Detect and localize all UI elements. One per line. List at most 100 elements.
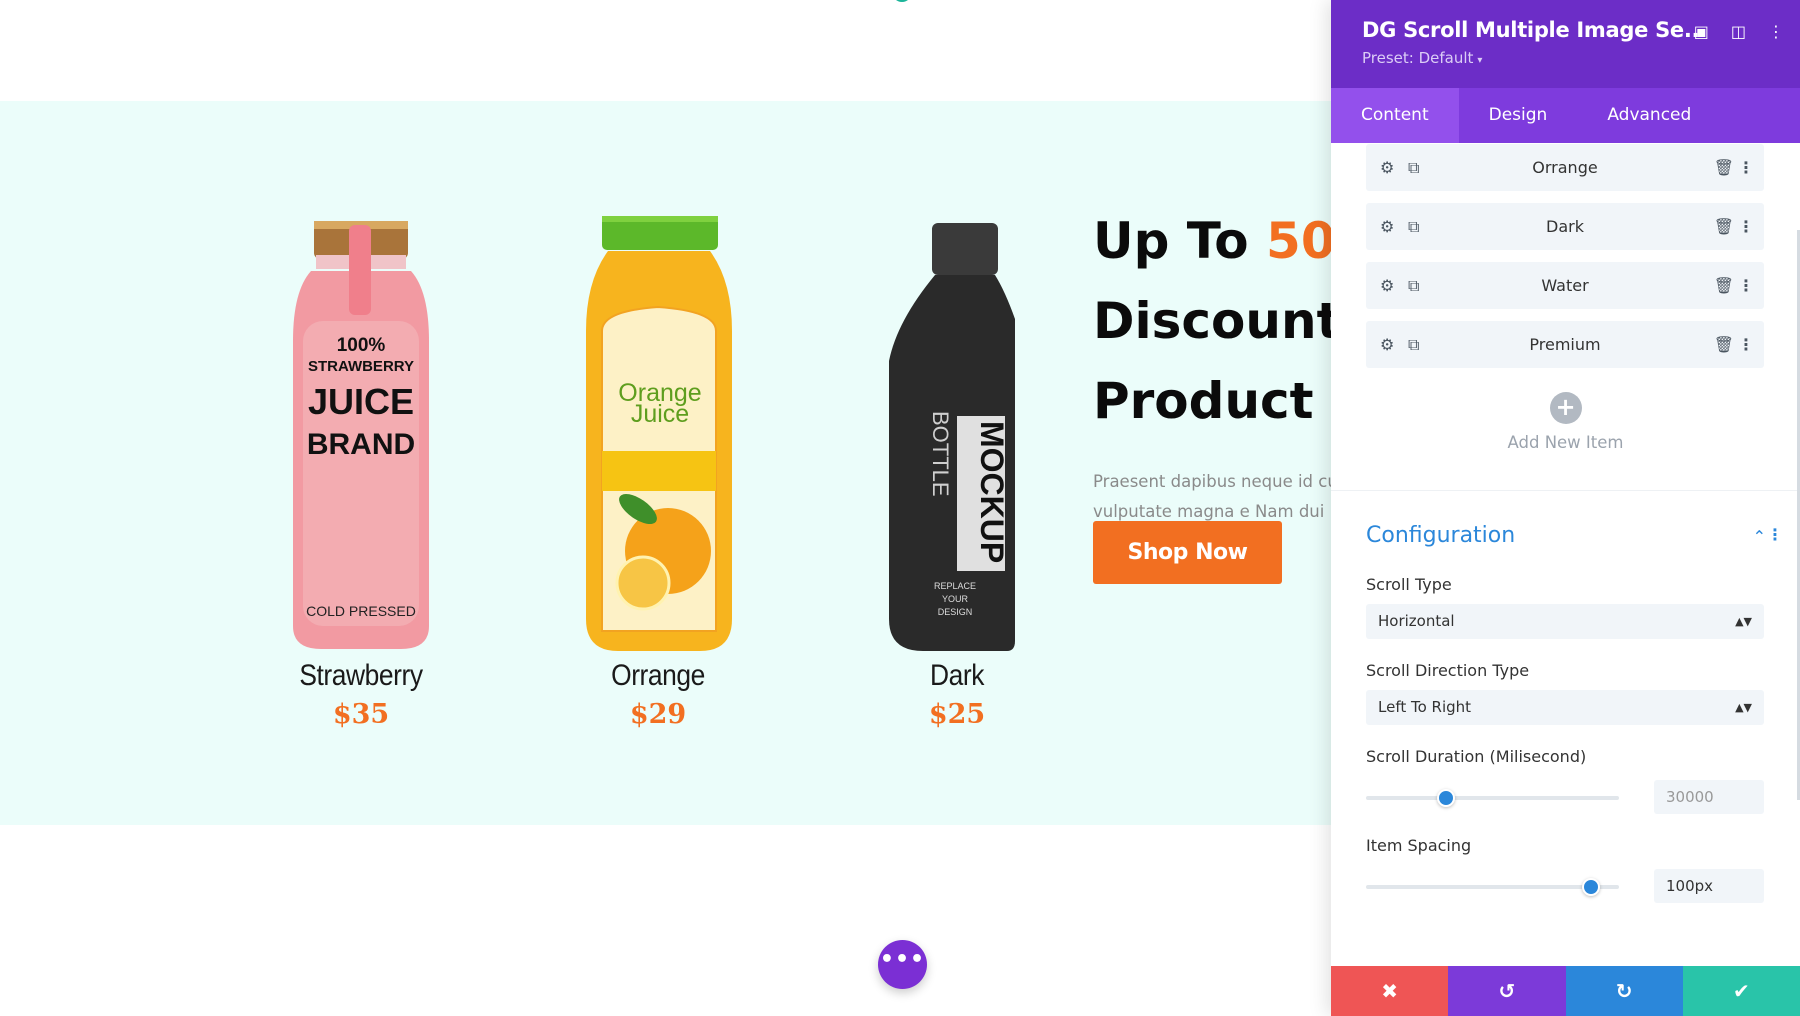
configuration-title: Configuration [1366, 523, 1516, 548]
gear-icon[interactable]: ⚙ [1380, 217, 1394, 236]
top-section-handle[interactable] [892, 0, 912, 2]
item-spacing-slider-thumb[interactable] [1582, 878, 1601, 896]
select-arrows-icon: ▲▼ [1735, 701, 1752, 714]
scroll-type-select[interactable]: Horizontal ▲▼ [1366, 604, 1764, 639]
builder-page: 100% STRAWBERRY JUICE BRAND COLD PRESSED… [0, 0, 1800, 1016]
duplicate-icon[interactable]: ⧉ [1408, 276, 1419, 296]
list-item[interactable]: ⚙ ⧉ Dark 🗑 ⋮ [1366, 203, 1764, 250]
product-card-dark: MOCKUP BOTTLE REPLACE YOUR DESIGN Dark $… [837, 211, 1077, 730]
list-item-label: Premium [1529, 335, 1601, 354]
caret-down-icon: ▾ [1477, 55, 1483, 66]
redo-icon[interactable]: ↻ [1565, 966, 1683, 1016]
hero-title: Up To 50 [1093, 201, 1332, 281]
preset-dropdown[interactable]: Preset: Default ▾ [1362, 49, 1800, 67]
configuration-header[interactable]: Configuration ⌃ ⋮ [1366, 523, 1783, 553]
strawberry-bottle-image: 100% STRAWBERRY JUICE BRAND COLD PRESSED [241, 211, 481, 651]
strawberry-label-line: JUICE [308, 381, 414, 422]
dark-label-line: DESIGN [938, 607, 973, 617]
dark-label-line: MOCKUP [974, 421, 1010, 563]
add-new-item-button[interactable]: + Add New Item [1331, 392, 1800, 452]
hero-title-accent: 50 [1266, 212, 1332, 270]
product-price: $35 [332, 699, 390, 730]
more-vertical-icon[interactable]: ⋮ [1738, 276, 1754, 295]
hero-title-prefix: Up To [1093, 212, 1267, 270]
product-price: $25 [928, 699, 986, 730]
dark-label-line: YOUR [942, 594, 969, 604]
check-icon[interactable]: ✔ [1682, 966, 1800, 1016]
scroll-duration-control: 30000 [1366, 780, 1764, 814]
undo-icon[interactable]: ↺ [1448, 966, 1566, 1016]
scroll-direction-label: Scroll Direction Type [1366, 661, 1530, 680]
section-divider [1331, 490, 1800, 491]
item-spacing-control: 100px [1366, 869, 1764, 903]
scroll-duration-input[interactable]: 30000 [1654, 780, 1764, 814]
split-view-icon[interactable]: ◫ [1731, 22, 1746, 41]
trash-icon[interactable]: 🗑 [1714, 276, 1734, 295]
item-spacing-input[interactable]: 100px [1654, 869, 1764, 903]
preset-label: Preset: Default [1362, 49, 1474, 67]
more-vertical-icon[interactable]: ⋮ [1738, 158, 1754, 177]
duplicate-icon[interactable]: ⧉ [1408, 158, 1419, 178]
item-spacing-label: Item Spacing [1366, 836, 1472, 855]
product-card-orrange: Orange Juice Orrange $29 [538, 211, 778, 730]
dark-label-line: BOTTLE [928, 411, 953, 497]
panel-tabs: Content Design Advanced [1331, 88, 1800, 143]
select-arrows-icon: ▲▼ [1735, 615, 1752, 628]
dark-bottle-image: MOCKUP BOTTLE REPLACE YOUR DESIGN [837, 211, 1077, 651]
scroll-duration-label: Scroll Duration (Milisecond) [1366, 747, 1587, 766]
hero-text-block: Up To 50 Discount Product Praesent dapib… [1093, 201, 1332, 557]
trash-icon[interactable]: 🗑 [1714, 217, 1734, 236]
scroll-type-value: Horizontal [1378, 612, 1455, 630]
list-item[interactable]: ⚙ ⧉ Water 🗑 ⋮ [1366, 262, 1764, 309]
trash-icon[interactable]: 🗑 [1714, 158, 1734, 177]
gear-icon[interactable]: ⚙ [1380, 335, 1394, 354]
configuration-section: Configuration ⌃ ⋮ Scroll Type Horizontal… [1331, 523, 1800, 903]
chevron-up-icon[interactable]: ⌃ [1753, 527, 1766, 546]
panel-footer: ✖ ↺ ↻ ✔ [1331, 966, 1800, 1016]
product-name: Dark [930, 659, 984, 692]
module-settings-panel: DG Scroll Multiple Image Se... Preset: D… [1331, 0, 1800, 1016]
list-item-label: Water [1541, 276, 1589, 295]
list-item-label: Orrange [1532, 158, 1598, 177]
item-list: ⚙ ⧉ Orrange 🗑 ⋮ ⚙ ⧉ Dark 🗑 ⋮ ⚙ ⧉ Water 🗑… [1331, 144, 1800, 368]
scroll-duration-slider-thumb[interactable] [1436, 789, 1455, 807]
more-vertical-icon[interactable]: ⋮ [1767, 525, 1783, 544]
tab-content[interactable]: Content [1331, 88, 1459, 143]
hero-title-line2: Discount [1093, 292, 1332, 350]
product-card-strawberry: 100% STRAWBERRY JUICE BRAND COLD PRESSED… [241, 211, 481, 730]
list-item-label: Dark [1546, 217, 1584, 236]
scroll-type-label: Scroll Type [1366, 575, 1452, 594]
item-spacing-slider-track[interactable] [1366, 885, 1619, 889]
list-item[interactable]: ⚙ ⧉ Premium 🗑 ⋮ [1366, 321, 1764, 368]
more-vertical-icon[interactable]: ⋮ [1738, 217, 1754, 236]
strawberry-label-line: COLD PRESSED [306, 603, 416, 619]
more-options-button[interactable]: ••• [878, 940, 927, 989]
gear-icon[interactable]: ⚙ [1380, 276, 1394, 295]
orange-label-line: Juice [631, 400, 689, 428]
plus-icon[interactable]: + [1549, 392, 1582, 424]
scroll-duration-slider-track[interactable] [1366, 796, 1619, 800]
tab-design[interactable]: Design [1459, 88, 1578, 143]
strawberry-label-line: BRAND [307, 428, 415, 461]
strawberry-label-line: STRAWBERRY [308, 358, 414, 375]
panel-header-actions: ▣ ◫ ⋮ [1694, 22, 1784, 41]
scroll-direction-select[interactable]: Left To Right ▲▼ [1366, 690, 1764, 725]
trash-icon[interactable]: 🗑 [1714, 335, 1734, 354]
tab-advanced[interactable]: Advanced [1577, 88, 1721, 143]
fullscreen-icon[interactable]: ▣ [1694, 22, 1709, 41]
duplicate-icon[interactable]: ⧉ [1408, 335, 1419, 355]
product-name: Orrange [611, 659, 705, 692]
product-price: $29 [629, 699, 687, 730]
more-vertical-icon[interactable]: ⋮ [1738, 335, 1754, 354]
dark-label-line: REPLACE [934, 581, 976, 591]
close-icon[interactable]: ✖ [1331, 966, 1449, 1016]
list-item[interactable]: ⚙ ⧉ Orrange 🗑 ⋮ [1366, 144, 1764, 191]
strawberry-label-line: 100% [337, 335, 386, 356]
duplicate-icon[interactable]: ⧉ [1408, 217, 1419, 237]
more-vertical-icon[interactable]: ⋮ [1768, 22, 1784, 41]
panel-header: DG Scroll Multiple Image Se... Preset: D… [1331, 0, 1800, 88]
gear-icon[interactable]: ⚙ [1380, 158, 1394, 177]
shop-now-button[interactable]: Shop Now [1093, 521, 1282, 584]
add-new-item-label: Add New Item [1507, 433, 1624, 452]
hero-section: 100% STRAWBERRY JUICE BRAND COLD PRESSED… [0, 101, 1332, 825]
